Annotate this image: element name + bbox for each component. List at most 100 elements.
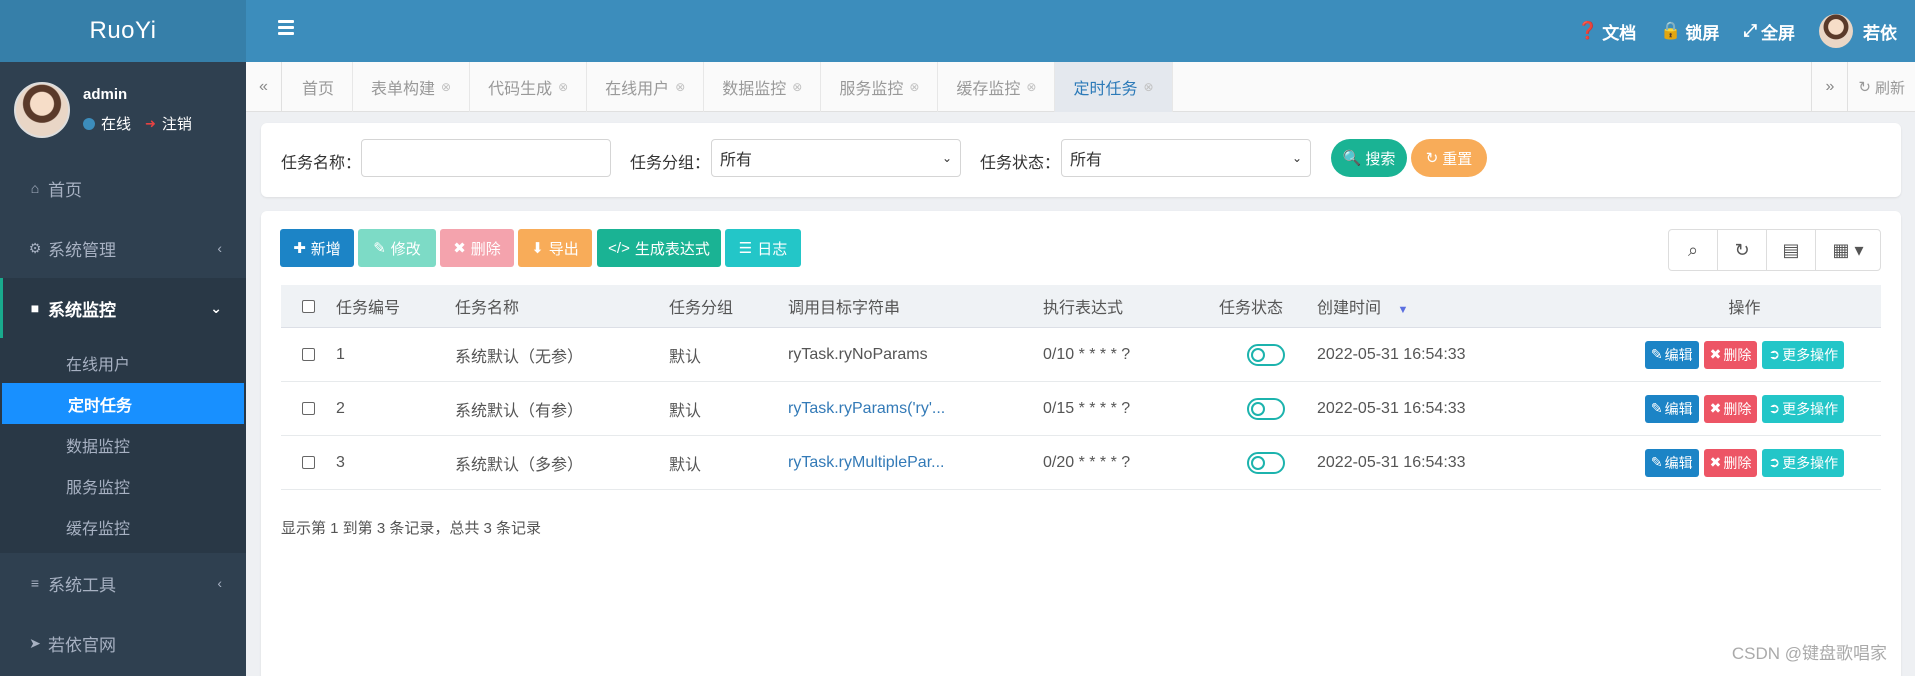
sort-desc-icon[interactable]: ▼ [1397, 304, 1408, 316]
close-icon: ✖ [1709, 454, 1722, 470]
col-job-name[interactable]: 任务名称 [455, 294, 669, 318]
edit-button[interactable]: ✎ 修改 [358, 229, 436, 267]
cell-job-id: 1 [336, 345, 345, 363]
menu-toggle-icon[interactable] [278, 20, 294, 38]
refresh-icon[interactable]: ↻ [1718, 230, 1767, 270]
sidebar-item-system[interactable]: ⚙ 系统管理 ‹ [0, 218, 246, 278]
edit-icon: ✎ [373, 240, 386, 257]
tab-form-builder[interactable]: 表单构建 ⊗ [353, 62, 471, 112]
tab-online-users[interactable]: 在线用户 ⊗ [587, 62, 705, 112]
user-menu[interactable]: 若依 [1819, 14, 1897, 48]
export-button[interactable]: ⬇ 导出 [518, 229, 592, 267]
row-checkbox[interactable] [281, 456, 336, 469]
close-icon[interactable]: ⊗ [1144, 80, 1154, 94]
chevron-right-circle-icon: ➲ [1768, 400, 1781, 416]
cell-invoke-target-link[interactable]: ryTask.ryMultiplePar... [788, 454, 1043, 472]
sidebar-subitem-online[interactable]: 在线用户 [0, 342, 246, 383]
tab-cache-monitor[interactable]: 缓存监控 ⊗ [938, 62, 1056, 112]
col-status[interactable]: 任务状态 [1215, 294, 1317, 318]
refresh-label: 刷新 [1874, 79, 1905, 97]
columns-icon[interactable]: ▦ ▾ [1816, 230, 1880, 270]
docs-link[interactable]: ❓ 文档 [1577, 19, 1636, 44]
top-header: ❓ 文档 🔒 锁屏 ⤢ 全屏 若依 [246, 0, 1915, 62]
row-delete-button[interactable]: ✖ 删除 [1703, 394, 1758, 423]
row-edit-button[interactable]: ✎ 编辑 [1644, 448, 1699, 477]
logout-icon[interactable]: ➜ [145, 116, 156, 132]
tab-data-monitor[interactable]: 数据监控 ⊗ [704, 62, 822, 112]
close-icon[interactable]: ⊗ [909, 80, 919, 94]
status-toggle[interactable] [1215, 397, 1317, 420]
logout-link[interactable]: 注销 [162, 113, 192, 134]
tabs-forward-icon[interactable]: » [1811, 62, 1847, 112]
sidebar-item-monitor[interactable]: ■ 系统监控 ⌄ [0, 278, 246, 338]
log-button[interactable]: ☰ 日志 [725, 229, 801, 267]
tab-code-gen[interactable]: 代码生成 ⊗ [470, 62, 588, 112]
tab-list: 首页 表单构建 ⊗ 代码生成 ⊗ 在线用户 ⊗ 数据监控 ⊗ 服务监控 ⊗ 缓存监控 ⊗ 定… [284, 62, 1173, 112]
docs-label: 文档 [1602, 23, 1637, 43]
sidebar-subitem-data[interactable]: 数据监控 [0, 424, 246, 465]
row-edit-button[interactable]: ✎ 编辑 [1644, 394, 1699, 423]
sidebar-item-home[interactable]: ⌂ 首页 [0, 158, 246, 218]
row-more-button[interactable]: ➲ 更多操作 [1762, 394, 1845, 423]
lock-screen-link[interactable]: 🔒 锁屏 [1660, 19, 1719, 44]
row-delete-button[interactable]: ✖ 删除 [1703, 340, 1758, 369]
app-logo[interactable]: RuoYi [0, 0, 246, 62]
sidebar-subitem-cache[interactable]: 缓存监控 [0, 506, 246, 547]
edit-icon: ✎ [1650, 346, 1663, 362]
job-list-panel: ✚ 新增 ✎ 修改 ✖ 删除 ⬇ 导出 </> 生成表达式 ☰ 日志 ⌕ ↻ ▤… [261, 211, 1901, 676]
close-icon[interactable]: ⊗ [441, 80, 451, 94]
job-group-value: 所有 [720, 152, 753, 169]
reset-button[interactable]: ↻ 重置 [1411, 139, 1487, 177]
close-icon[interactable]: ⊗ [1026, 80, 1036, 94]
cell-job-id: 2 [336, 399, 345, 417]
row-actions: ✎ 编辑 ✖ 删除 ➲ 更多操作 [1568, 340, 1881, 369]
col-job-group[interactable]: 任务分组 [669, 294, 788, 318]
sidebar-item-label: 系统监控 [48, 300, 116, 320]
row-actions: ✎ 编辑 ✖ 删除 ➲ 更多操作 [1568, 394, 1881, 423]
row-edit-button[interactable]: ✎ 编辑 [1644, 340, 1699, 369]
row-checkbox[interactable] [281, 348, 336, 361]
cell-create-time: 2022-05-31 16:54:33 [1317, 345, 1466, 363]
job-status-select[interactable]: 所有 ⌄ [1061, 139, 1311, 177]
fullscreen-link[interactable]: ⤢ 全屏 [1743, 19, 1795, 44]
chevron-right-circle-icon: ➲ [1768, 346, 1781, 362]
row-checkbox[interactable] [281, 402, 336, 415]
add-button[interactable]: ✚ 新增 [280, 229, 354, 267]
col-invoke-target[interactable]: 调用目标字符串 [788, 294, 1043, 318]
col-job-id[interactable]: 任务编号 [336, 294, 455, 318]
sidebar-item-website[interactable]: ➤ 若依官网 [0, 613, 246, 673]
close-icon[interactable]: ⊗ [675, 80, 685, 94]
refresh-tab-button[interactable]: ↻ 刷新 [1847, 62, 1915, 112]
select-all-checkbox[interactable] [281, 299, 336, 313]
close-icon[interactable]: ⊗ [792, 80, 802, 94]
col-create-time[interactable]: 创建时间 ▼ [1317, 294, 1568, 318]
row-more-button[interactable]: ➲ 更多操作 [1762, 340, 1845, 369]
status-toggle[interactable] [1215, 343, 1317, 366]
row-delete-button[interactable]: ✖ 删除 [1703, 448, 1758, 477]
close-icon: ✖ [453, 240, 466, 257]
tab-home[interactable]: 首页 [284, 62, 354, 112]
cell-create-time: 2022-05-31 16:54:33 [1317, 453, 1466, 471]
table-header: 任务编号 任务名称 任务分组 调用目标字符串 执行表达式 任务状态 创建时间 ▼… [281, 285, 1881, 328]
cell-cron: 0/15 * * * * ? [1043, 399, 1131, 417]
delete-button[interactable]: ✖ 删除 [440, 229, 514, 267]
tab-server-monitor[interactable]: 服务监控 ⊗ [821, 62, 939, 112]
search-button[interactable]: 🔍 搜索 [1331, 139, 1407, 177]
cell-invoke-target-link[interactable]: ryTask.ryParams('ry'... [788, 400, 1043, 418]
sidebar-subitem-server[interactable]: 服务监控 [0, 465, 246, 506]
avatar[interactable] [14, 82, 70, 138]
tabs-back-icon[interactable]: « [246, 62, 282, 112]
user-status: 在线 ➜ 注销 [83, 113, 192, 134]
search-icon[interactable]: ⌕ [1669, 230, 1718, 270]
row-more-button[interactable]: ➲ 更多操作 [1762, 448, 1845, 477]
sidebar-subitem-job[interactable]: 定时任务 [2, 383, 244, 424]
col-cron[interactable]: 执行表达式 [1043, 294, 1215, 318]
job-name-input[interactable] [361, 139, 611, 177]
close-icon[interactable]: ⊗ [558, 80, 568, 94]
sidebar-item-tools[interactable]: ≡ 系统工具 ‹ [0, 553, 246, 613]
tab-scheduled-jobs[interactable]: 定时任务 ⊗ [1055, 62, 1173, 112]
job-group-select[interactable]: 所有 ⌄ [711, 139, 961, 177]
status-toggle[interactable] [1215, 451, 1317, 474]
generate-cron-button[interactable]: </> 生成表达式 [597, 229, 721, 267]
card-view-icon[interactable]: ▤ [1767, 230, 1816, 270]
